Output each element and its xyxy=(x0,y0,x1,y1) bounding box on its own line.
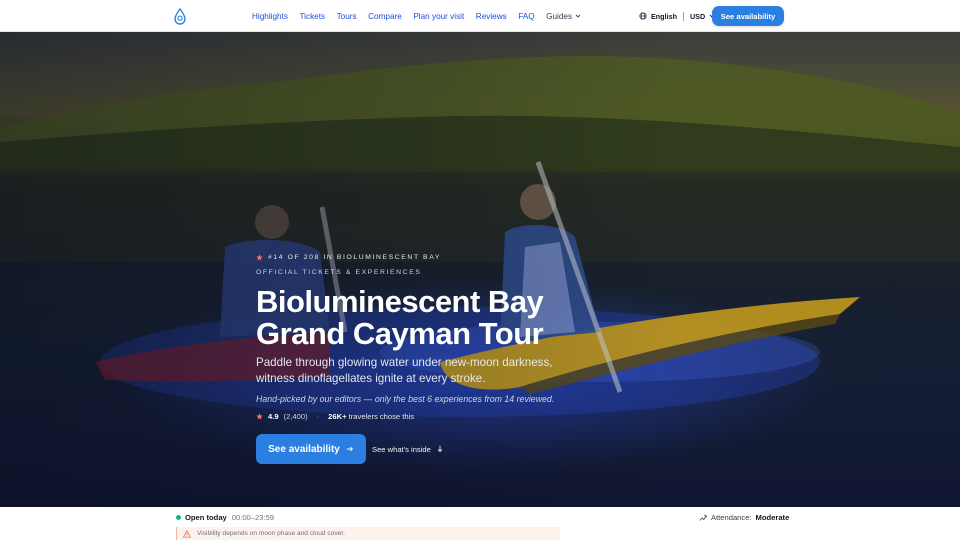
rank-badge: #14 OF 208 IN BIOLUMINESCENT BAY xyxy=(256,254,816,261)
hero-content: #14 OF 208 IN BIOLUMINESCENT BAY OFFICIA… xyxy=(256,254,816,464)
visibility-notice-text: Visibility depends on moon phase and clo… xyxy=(197,530,345,537)
nav-compare[interactable]: Compare xyxy=(368,12,402,21)
visit-info-bar: Open today 00:00–23:59 Attendance: Moder… xyxy=(0,507,960,540)
attendance-label: Attendance: xyxy=(711,513,752,522)
globe-icon xyxy=(639,12,647,20)
see-availability-label: See availability xyxy=(268,443,340,455)
rating-value: 4.9 xyxy=(268,412,279,421)
travelers-count: 26K+ xyxy=(328,412,347,421)
hero-section: #14 OF 208 IN BIOLUMINESCENT BAY OFFICIA… xyxy=(0,32,960,507)
chevron-down-icon xyxy=(575,14,581,18)
nav-tickets[interactable]: Tickets xyxy=(299,12,325,21)
nav-reviews[interactable]: Reviews xyxy=(476,12,507,21)
nav-highlights[interactable]: Highlights xyxy=(252,12,288,21)
locale-divider xyxy=(682,11,684,21)
review-count[interactable]: (2,400) xyxy=(284,412,308,421)
hero-subtitle: Paddle through glowing water under new-m… xyxy=(256,356,553,385)
meta-separator: · xyxy=(316,412,320,421)
page-title: Bioluminescent Bay Grand Cayman Tour xyxy=(256,286,816,350)
rating-summary: 4.9 (2,400) · 26K+ travelers chose this xyxy=(256,412,816,421)
nav-faq[interactable]: FAQ xyxy=(518,12,534,21)
warning-icon xyxy=(183,529,191,538)
see-whats-inside-link[interactable]: See what's inside xyxy=(372,445,444,454)
site-header: Highlights Tickets Tours Compare Plan yo… xyxy=(0,0,960,32)
hero-actions: See availability See what's inside xyxy=(256,434,816,464)
title-line-2: Grand Cayman Tour xyxy=(256,316,544,351)
open-status-dot xyxy=(176,515,181,520)
nav-guides-dropdown[interactable]: Guides xyxy=(546,12,581,21)
arrow-down-icon xyxy=(437,445,443,453)
visibility-notice: Visibility depends on moon phase and clo… xyxy=(176,527,560,540)
attendance-value: Moderate xyxy=(755,513,790,522)
language-label[interactable]: English xyxy=(651,12,677,21)
editor-note: Hand-picked by our editors — only the be… xyxy=(256,394,555,404)
opening-status: Open today 00:00–23:59 xyxy=(176,513,274,522)
title-line-1: Bioluminescent Bay xyxy=(256,284,544,319)
opening-hours: 00:00–23:59 xyxy=(231,513,275,522)
water-drop-icon[interactable] xyxy=(173,8,187,25)
trend-up-icon xyxy=(699,514,707,521)
locale-selector[interactable]: English USD xyxy=(639,0,715,32)
attendance-indicator: Attendance: Moderate xyxy=(699,513,789,522)
star-icon xyxy=(256,254,263,261)
rank-text: #14 OF 208 IN BIOLUMINESCENT BAY xyxy=(268,254,441,261)
see-availability-button[interactable]: See availability xyxy=(256,434,366,464)
eyebrow-label: OFFICIAL TICKETS & EXPERIENCES xyxy=(256,269,422,276)
arrow-right-icon xyxy=(346,446,353,452)
nav-guides-label: Guides xyxy=(546,11,573,21)
see-whats-inside-label: See what's inside xyxy=(372,444,431,454)
nav-tours[interactable]: Tours xyxy=(337,12,357,21)
nav-plan-your-visit[interactable]: Plan your visit xyxy=(413,12,464,21)
travelers-summary: 26K+ travelers chose this xyxy=(328,412,414,421)
travelers-text: travelers chose this xyxy=(348,412,415,421)
main-nav: Highlights Tickets Tours Compare Plan yo… xyxy=(252,0,593,32)
open-today-label: Open today xyxy=(185,513,227,522)
star-icon xyxy=(256,413,263,420)
currency-label[interactable]: USD xyxy=(690,12,705,21)
header-see-availability-button[interactable]: See availability xyxy=(712,6,784,26)
